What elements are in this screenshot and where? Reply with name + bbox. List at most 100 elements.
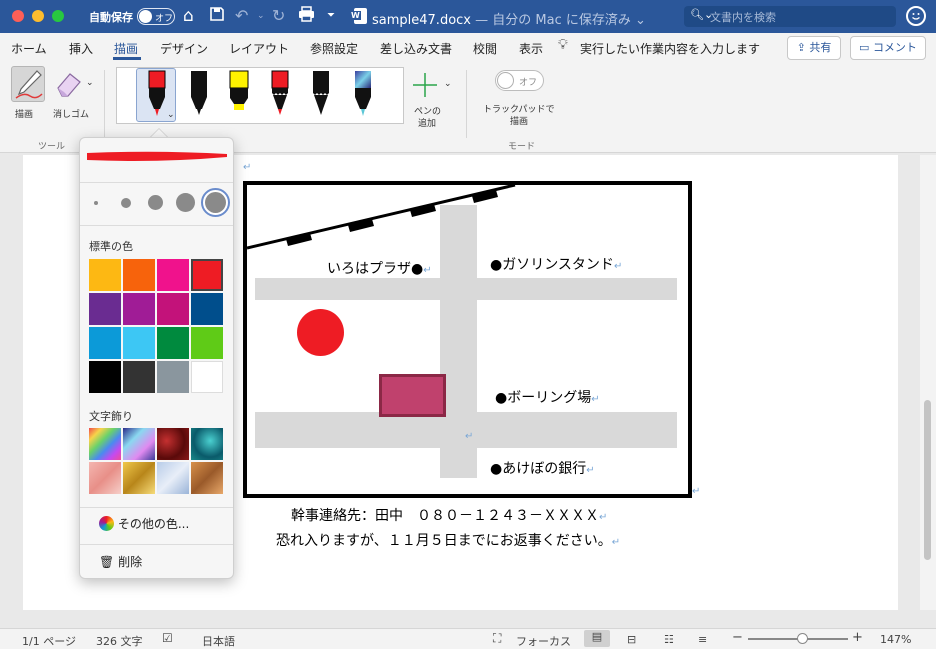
color-swatch[interactable] [89, 361, 121, 393]
yellow-highlighter-icon[interactable] [222, 69, 256, 121]
effect-gold-swatch[interactable] [123, 462, 155, 494]
color-swatch[interactable] [123, 259, 155, 291]
add-pen-chevron-icon[interactable]: ⌄ [444, 79, 452, 89]
share-button[interactable]: ⇪ 共有 [787, 36, 841, 60]
zoom-level[interactable]: 147% [880, 633, 911, 646]
popup-divider [80, 507, 233, 508]
status-bar: 1/1 ページ 326 文字 ☑ 日本語 ⛶ フォーカス ▤ ⊟ ☷ ≡ − +… [0, 628, 936, 649]
more-colors-item[interactable]: その他の色... [99, 515, 189, 532]
undo-icon[interactable]: ↶ [235, 6, 248, 26]
color-swatch[interactable] [123, 327, 155, 359]
color-swatch[interactable] [157, 259, 189, 291]
color-swatch[interactable] [191, 327, 223, 359]
customize-toolbar-icon[interactable]: ⏷ [327, 6, 335, 26]
thickness-1[interactable] [94, 201, 98, 205]
color-swatch[interactable] [191, 361, 223, 393]
window-title: sample47.docx — 自分の Mac に保存済み ⌄ [372, 9, 646, 28]
share-icon: ⇪ [796, 41, 810, 54]
contact-line: 幹事連絡先：田中 ０８０－１２４３－ＸＸＸＸ↵ [291, 508, 608, 524]
outline-view-icon[interactable]: ☷ [664, 633, 674, 646]
tab-view[interactable]: 表示 [519, 40, 543, 57]
thickness-3[interactable] [148, 195, 163, 210]
eraser-chevron-icon[interactable]: ⌄ [86, 78, 94, 88]
effect-bronze-swatch[interactable] [191, 462, 223, 494]
color-swatch[interactable] [191, 293, 223, 325]
document-search-box[interactable]: 🔍︎⌄ 文書内を検索 [684, 6, 896, 27]
eraser-icon [57, 73, 81, 97]
color-swatch[interactable] [191, 259, 223, 291]
proofing-check-icon[interactable]: ☑ [162, 631, 173, 645]
color-swatch[interactable] [157, 327, 189, 359]
print-layout-view-icon[interactable]: ▤ [584, 630, 610, 647]
word-document-icon [350, 8, 367, 24]
color-swatch[interactable] [89, 259, 121, 291]
color-swatch[interactable] [157, 361, 189, 393]
feedback-smiley-icon[interactable] [906, 6, 926, 26]
draft-view-icon[interactable]: ≡ [698, 633, 707, 646]
paragraph-mark: ↵ [465, 431, 474, 442]
tab-layout[interactable]: レイアウト [229, 40, 289, 57]
focus-icon[interactable]: ⛶ [493, 631, 501, 646]
effect-lava-swatch[interactable] [157, 428, 189, 460]
tab-review[interactable]: 校閲 [473, 40, 497, 57]
red-pen-icon[interactable]: ⌄ [140, 69, 176, 121]
effect-galaxy-swatch[interactable] [123, 428, 155, 460]
map-drawing[interactable]: いろはプラザ●↵ ●ガソリンスタンド↵ ●ボーリング場↵ ●あけぼの銀行↵ ↵ [243, 181, 692, 498]
minimize-window-button[interactable] [32, 10, 44, 22]
effect-silver-swatch[interactable] [157, 462, 189, 494]
scrollbar-thumb[interactable] [924, 400, 931, 560]
color-swatch[interactable] [157, 293, 189, 325]
zoom-slider-handle[interactable] [797, 633, 808, 644]
thickness-4[interactable] [176, 193, 195, 212]
map-label-bowling: ●ボーリング場↵ [495, 390, 600, 406]
page-count[interactable]: 1/1 ページ [22, 633, 76, 649]
paragraph-mark: ↵ [692, 486, 701, 497]
close-window-button[interactable] [12, 10, 24, 22]
word-count[interactable]: 326 文字 [96, 633, 143, 649]
comment-button[interactable]: ▭ コメント [850, 36, 926, 60]
tools-group-label: ツール [38, 142, 66, 152]
color-swatch[interactable] [123, 293, 155, 325]
trackpad-draw-toggle[interactable]: オフ [495, 70, 544, 91]
effect-rainbow-swatch[interactable] [89, 428, 121, 460]
tab-insert[interactable]: 挿入 [69, 40, 93, 57]
tab-home[interactable]: ホーム [11, 40, 47, 57]
color-swatch[interactable] [89, 293, 121, 325]
focus-mode[interactable]: フォーカス [516, 633, 571, 649]
web-layout-view-icon[interactable]: ⊟ [627, 633, 636, 646]
autosave-toggle[interactable]: オフ [137, 8, 175, 25]
effect-ocean-swatch[interactable] [191, 428, 223, 460]
filename: sample47.docx [372, 13, 471, 28]
save-icon[interactable] [209, 6, 225, 27]
zoom-out-icon[interactable]: − [732, 630, 743, 645]
title-chevron-down-icon[interactable]: ⌄ [635, 13, 646, 28]
thickness-2[interactable] [121, 198, 131, 208]
tab-draw[interactable]: 描画 [114, 40, 138, 57]
color-swatch[interactable] [89, 327, 121, 359]
pen-draw-icon [15, 70, 43, 99]
tab-mailings[interactable]: 差し込み文書 [380, 40, 452, 57]
redo-icon[interactable]: ↻ [272, 6, 285, 26]
color-swatch[interactable] [123, 361, 155, 393]
red-pencil-icon[interactable] [263, 69, 297, 121]
undo-dropdown-icon[interactable]: ⌄ [257, 6, 265, 26]
tab-design[interactable]: デザイン [160, 40, 208, 57]
home-icon[interactable]: ⌂ [183, 6, 194, 26]
tab-references[interactable]: 参照設定 [310, 40, 358, 57]
zoom-window-button[interactable] [52, 10, 64, 22]
print-icon[interactable] [298, 6, 315, 27]
black-pen-icon[interactable] [182, 69, 216, 121]
draw-tool-button[interactable] [11, 66, 45, 102]
zoom-in-icon[interactable]: + [852, 630, 863, 645]
svg-text:⌄: ⌄ [167, 110, 175, 120]
effect-rose-gold-swatch[interactable] [89, 462, 121, 494]
thickness-5-selected[interactable] [201, 188, 230, 217]
galaxy-pen-icon[interactable] [346, 69, 380, 121]
delete-pen-item[interactable]: 🗑︎ 削除 [99, 553, 142, 570]
language[interactable]: 日本語 [202, 633, 235, 649]
eraser-tool-label: 消しゴム [53, 110, 90, 120]
add-pen-plus-icon[interactable] [410, 70, 440, 100]
tell-me-box[interactable]: 実行したい作業内容を入力します [580, 40, 760, 57]
black-pencil-icon[interactable] [304, 69, 338, 121]
eraser-tool-button[interactable] [52, 68, 88, 102]
